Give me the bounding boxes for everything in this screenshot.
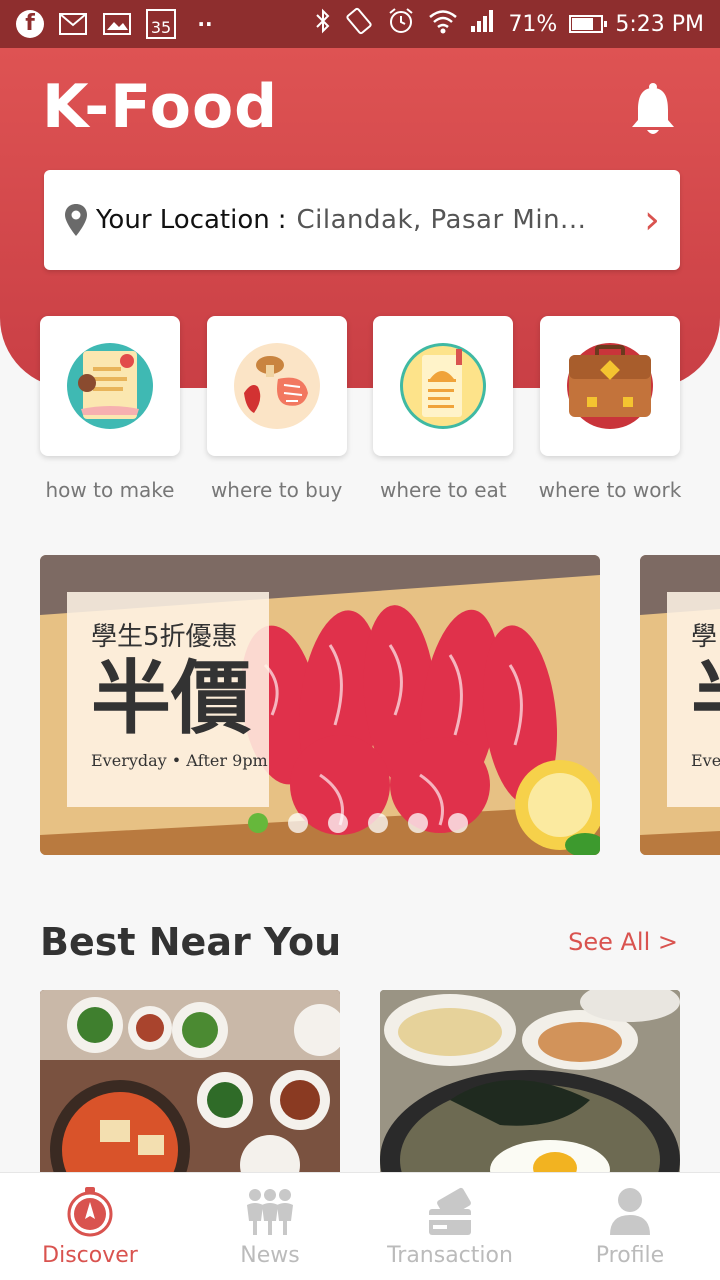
promo-overlay: 學生5折優惠 半價 Everyday • After 9pm — [67, 592, 269, 807]
promo-overlay: 學 半 Ever — [667, 592, 720, 807]
category-row: how to make where to buy where to eat wh… — [40, 316, 682, 502]
section-title: Best Near You — [40, 920, 342, 964]
category-label: where to eat — [380, 478, 507, 502]
promo-tagline: Everyday • After 9pm — [91, 751, 268, 770]
recipe-icon — [67, 343, 153, 429]
category-tile[interactable] — [373, 316, 514, 456]
nav-discover[interactable]: Discover — [0, 1173, 180, 1280]
location-pin-icon — [65, 204, 87, 236]
nav-label: Profile — [595, 1243, 665, 1268]
restaurant-image — [40, 990, 340, 1180]
signal-icon — [470, 9, 496, 39]
gmail-icon — [58, 10, 88, 38]
clock: 5:23 PM — [615, 11, 704, 37]
rotate-icon — [344, 6, 374, 42]
category-tile[interactable] — [40, 316, 180, 456]
bell-icon[interactable] — [628, 82, 678, 138]
calendar-icon: 35 — [146, 9, 176, 39]
person-icon — [605, 1187, 655, 1237]
restaurant-card[interactable] — [40, 990, 340, 1180]
carousel-dot[interactable] — [408, 813, 428, 833]
category-where-to-work[interactable]: where to work — [538, 316, 682, 502]
category-how-to-make[interactable]: how to make — [40, 316, 180, 502]
category-tile[interactable] — [539, 316, 680, 456]
carousel-dot[interactable] — [448, 813, 468, 833]
app-title: K-Food — [42, 72, 279, 142]
restaurant-image — [380, 990, 680, 1180]
promo-subtitle: 學生5折優惠 — [91, 622, 238, 652]
chevron-right-icon: › — [644, 197, 660, 243]
nav-label: Transaction — [387, 1243, 513, 1268]
see-all-link[interactable]: See All > — [568, 928, 678, 956]
carousel-dot[interactable] — [328, 813, 348, 833]
nav-label: News — [240, 1243, 300, 1268]
promo-tagline: Ever — [691, 751, 720, 770]
nav-transaction[interactable]: Transaction — [360, 1173, 540, 1280]
people-icon — [245, 1187, 295, 1237]
promo-banner-next[interactable]: 學 半 Ever — [640, 555, 720, 855]
bottom-nav: Discover News Transaction Profile — [0, 1172, 720, 1280]
category-where-to-eat[interactable]: where to eat — [373, 316, 514, 502]
promo-carousel[interactable]: 學生5折優惠 半價 Everyday • After 9pm 學 半 Ever — [40, 555, 720, 855]
battery-icon — [569, 15, 608, 33]
bluetooth-icon — [314, 7, 332, 41]
carousel-dots — [248, 813, 468, 833]
wifi-icon — [428, 8, 458, 40]
carousel-dot[interactable] — [368, 813, 388, 833]
ingredients-icon — [233, 343, 320, 429]
compass-icon — [65, 1187, 115, 1237]
location-selector[interactable]: Your Location : Cilandak, Pasar Min... › — [44, 170, 680, 270]
briefcase-icon — [566, 343, 653, 429]
facebook-icon: f — [16, 10, 44, 38]
promo-headline: 半價 — [91, 652, 251, 745]
gallery-icon — [102, 10, 132, 38]
nav-label: Discover — [42, 1243, 138, 1268]
status-bar: f 35 ·· 71% 5:23 PM — [0, 0, 720, 48]
restaurant-card[interactable] — [380, 990, 680, 1180]
nav-profile[interactable]: Profile — [540, 1173, 720, 1280]
menu-icon — [400, 343, 487, 429]
notification-dots: ·· — [197, 12, 213, 36]
battery-percent: 71% — [508, 11, 558, 37]
carousel-dot[interactable] — [288, 813, 308, 833]
alarm-icon — [386, 6, 416, 42]
carousel-dot[interactable] — [248, 813, 268, 833]
category-label: how to make — [45, 478, 175, 502]
nav-news[interactable]: News — [180, 1173, 360, 1280]
payment-icon — [425, 1187, 475, 1237]
category-tile[interactable] — [206, 316, 347, 456]
category-label: where to buy — [210, 478, 343, 502]
location-label: Your Location — [96, 205, 270, 235]
promo-subtitle: 學 — [691, 622, 718, 652]
promo-headline: 半 — [691, 653, 720, 745]
location-value: Cilandak, Pasar Min... — [296, 205, 587, 235]
promo-banner[interactable]: 學生5折優惠 半價 Everyday • After 9pm — [40, 555, 600, 855]
category-where-to-buy[interactable]: where to buy — [206, 316, 347, 502]
category-label: where to work — [538, 478, 682, 502]
location-separator: : — [277, 205, 287, 235]
